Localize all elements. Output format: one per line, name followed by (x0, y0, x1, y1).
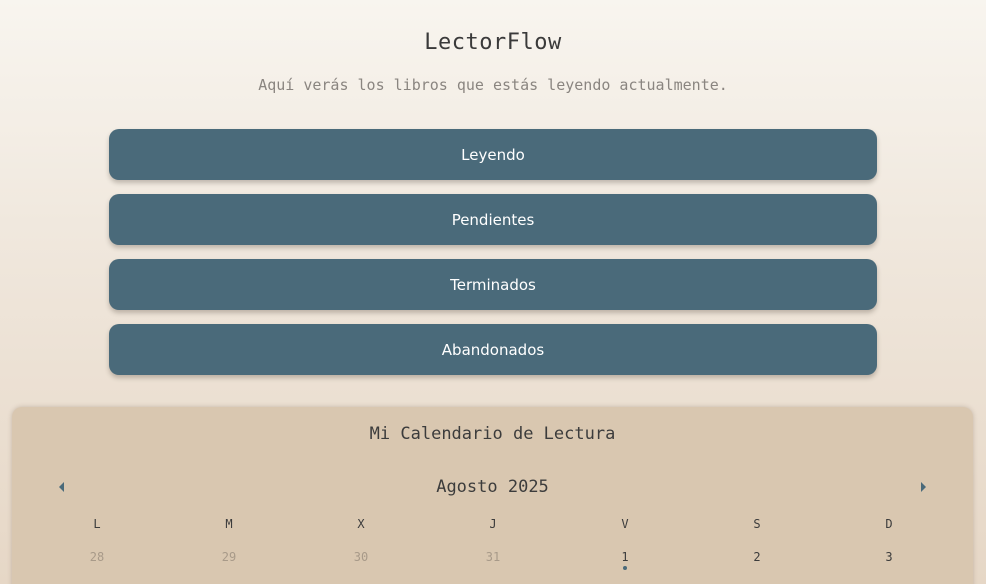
leyendo-button[interactable]: Leyendo (109, 129, 877, 180)
weekday-label: V (621, 517, 629, 531)
app-title: LectorFlow (424, 30, 562, 55)
calendar-day[interactable]: 28 (31, 550, 163, 564)
calendar-title: Mi Calendario de Lectura (369, 424, 616, 444)
weekday-label: D (885, 517, 893, 531)
weekday-label: J (489, 517, 497, 531)
calendar-day[interactable]: 30 (295, 550, 427, 564)
calendar-day[interactable]: 29 (163, 550, 295, 564)
calendar-day-number: 29 (221, 550, 237, 564)
calendar-day[interactable]: 31 (427, 550, 559, 564)
terminados-button[interactable]: Terminados (109, 259, 877, 310)
calendar-day-number: 3 (885, 550, 893, 564)
weekday-label: L (93, 517, 101, 531)
weekday-label: M (225, 517, 233, 531)
next-month-button[interactable] (916, 479, 932, 495)
calendar-day-number: 31 (485, 550, 501, 564)
reading-calendar: Mi Calendario de Lectura Agosto 2025 L M… (12, 407, 973, 584)
month-label: Agosto 2025 (436, 477, 549, 497)
weekday-label: X (357, 517, 365, 531)
weekday-label: S (753, 517, 761, 531)
calendar-day-number: 1 (621, 550, 629, 564)
calendar-day-number: 2 (753, 550, 761, 564)
page-subtitle: Aquí verás los libros que estás leyendo … (258, 76, 728, 94)
calendar-day-number: 30 (353, 550, 369, 564)
reading-entry-dot (623, 566, 627, 570)
abandonados-button[interactable]: Abandonados (109, 324, 877, 375)
chevron-right-icon (921, 482, 926, 492)
status-nav: Leyendo Pendientes Terminados Abandonado… (109, 129, 877, 389)
calendar-day[interactable]: 1 (559, 550, 691, 570)
weekday-header: L M X J V S D (31, 517, 955, 531)
pendientes-button[interactable]: Pendientes (109, 194, 877, 245)
calendar-day[interactable]: 3 (823, 550, 955, 564)
calendar-day-number: 28 (89, 550, 105, 564)
calendar-day[interactable]: 2 (691, 550, 823, 564)
calendar-week-row: 28 29 30 31 1 2 3 (31, 550, 955, 570)
